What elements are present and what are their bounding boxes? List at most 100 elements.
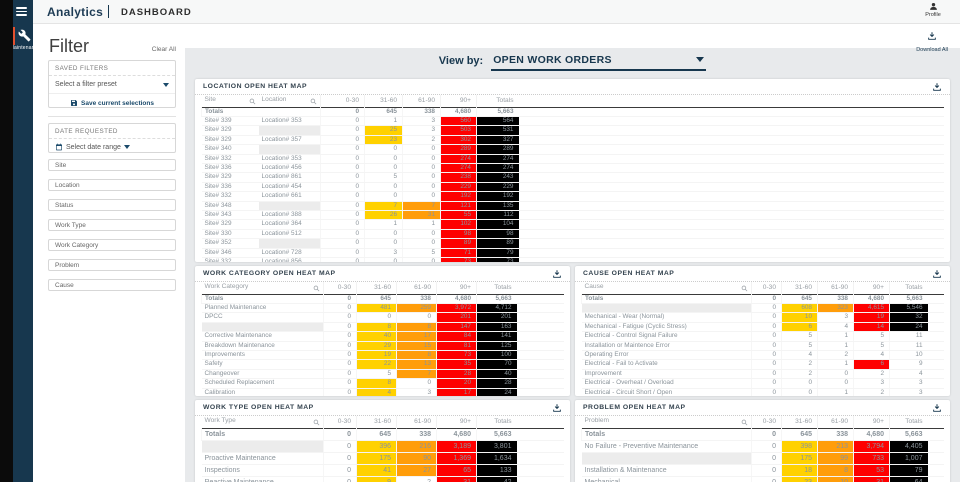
filter-section-location[interactable]: Location [48,179,176,191]
heatmap-cell: 0 [396,312,437,323]
search-icon[interactable] [741,285,748,292]
column-header[interactable]: 90+ [853,416,890,428]
search-icon[interactable] [313,285,320,292]
column-header[interactable]: 31-60 [781,416,818,428]
row-label [258,238,321,249]
column-header[interactable]: Totals [889,282,928,294]
heatmap-cell: 0 [751,341,782,351]
search-icon[interactable] [741,419,748,426]
heatmap-cell: 8 [396,322,437,333]
column-header[interactable]: 61-90 [396,282,437,294]
chevron-down-icon [696,57,705,62]
heatmap-cell: 1 [817,388,854,396]
column-header[interactable]: 0-30 [320,95,365,107]
profile-button[interactable]: Profile [916,2,950,18]
filter-section-problem[interactable]: Problem [48,259,176,271]
filter-section-work-category[interactable]: Work Category [48,239,176,251]
column-header[interactable]: 31-60 [781,282,818,294]
hamburger-menu-icon[interactable] [16,7,27,16]
heatmap-cell: 5 [364,172,403,183]
heatmap-cell: 175 [781,452,818,465]
heatmap-cell: 90 [396,452,437,465]
heatmap-cell: 0 [781,378,818,389]
column-header[interactable]: 31-60 [356,416,397,428]
heatmap-cell: 0 [320,210,365,221]
heatmap-cell: 0 [320,201,365,211]
filter-section-status[interactable]: Status [48,199,176,211]
table-row: 0 608 323 4,615 5,546 [581,303,944,314]
heatmap-cell: 7 [402,201,441,211]
tab-dashboard[interactable]: DASHBOARD [121,7,192,18]
column-header[interactable]: 31-60 [356,282,397,294]
row-label: Location# 388 [258,210,321,221]
column-header[interactable]: 0-30 [751,416,782,428]
heatmap-cell: 733 [853,452,890,465]
table-row: Scheduled Replacement 0 8 0 20 28 [201,378,564,389]
column-header[interactable]: Totals [476,95,519,107]
search-icon[interactable] [249,98,256,105]
totals-cell: 5,663 [889,293,928,304]
column-header[interactable]: 0-30 [751,282,782,294]
heatmap-cell: 19 [356,350,397,361]
heatmap-cell: 79 [889,464,928,477]
column-header[interactable]: 0-30 [323,416,357,428]
filter-section-work-type[interactable]: Work Type [48,219,176,231]
heatmap-cell: 0 [751,464,782,477]
heatmap-cell: 4 [853,350,890,361]
heatmap-cell: 121 [440,201,477,211]
saved-filters-box: SAVED FILTERS Select a filter preset Sav… [48,60,176,108]
column-header[interactable]: 61-90 [396,416,437,428]
search-icon[interactable] [310,98,317,105]
column-header[interactable]: Totals [476,282,517,294]
view-by-dropdown[interactable]: OPEN WORK ORDERS [491,52,707,71]
heatmap-cell: 481 [356,303,397,314]
panel-download-button[interactable] [932,82,942,92]
heatmap-cell: 0 [323,303,357,314]
column-header[interactable]: 90+ [436,282,477,294]
column-header[interactable]: 90+ [440,95,477,107]
column-header[interactable]: 90+ [436,416,477,428]
search-icon[interactable] [313,419,320,426]
column-header[interactable]: Totals [476,416,517,428]
column-header[interactable]: 0-30 [323,282,357,294]
clear-all-link[interactable]: Clear All [152,46,176,53]
filter-panel: Filter Clear All SAVED FILTERS Select a … [33,24,185,482]
panel-download-button[interactable] [932,403,942,413]
download-icon [933,269,941,278]
save-selections-button[interactable]: Save current selections [49,94,175,112]
sidebar-item-label: Maintenance [9,45,41,51]
table-row: Reactive Maintenance 0 9 2 31 42 [201,476,564,482]
column-header[interactable]: 90+ [853,282,890,294]
heatmap-cell: 229 [440,182,477,193]
date-range-select[interactable]: Select date range [49,139,175,155]
heatmap-cell: 22 [356,359,397,370]
row-label: Site# 348 [201,201,259,211]
heatmap-cell: 0 [323,350,357,361]
filter-preset-select[interactable]: Select a filter preset [49,76,175,94]
heatmap-cell: 133 [476,464,517,477]
column-header[interactable]: 61-90 [402,95,441,107]
row-label [258,201,321,211]
heatmap-cell: 2 [396,476,437,482]
column-header[interactable]: 61-90 [817,282,854,294]
heatmap-cell: 0 [402,154,441,164]
column-header[interactable]: Totals [889,416,928,428]
heatmap-cell: 5 [781,331,818,342]
heatmap-cell: 9 [889,359,928,370]
panel-download-button[interactable] [552,403,562,413]
row-label: Electrical - Circuit Short / Open [581,388,752,396]
filter-section-cause[interactable]: Cause [48,279,176,291]
column-header[interactable]: 61-90 [817,416,854,428]
panel-download-button[interactable] [552,269,562,279]
calendar-icon [56,143,62,151]
table-row: Electrical - Overheat / Overload 0 0 0 3 3 [581,378,944,389]
sidebar-item-maintenance[interactable]: Maintenance [10,27,40,51]
row-label: Site# 329 [201,135,259,146]
table-row: Site# 329 Location# 861 0 5 0 238 243 [201,172,944,183]
heatmap-cell: 0 [364,163,403,174]
heatmap-cell: 3 [817,312,854,323]
panel-download-button[interactable] [932,269,942,279]
download-all-button[interactable]: Download All [916,28,948,53]
filter-section-site[interactable]: Site [48,159,176,171]
column-header[interactable]: 31-60 [364,95,403,107]
